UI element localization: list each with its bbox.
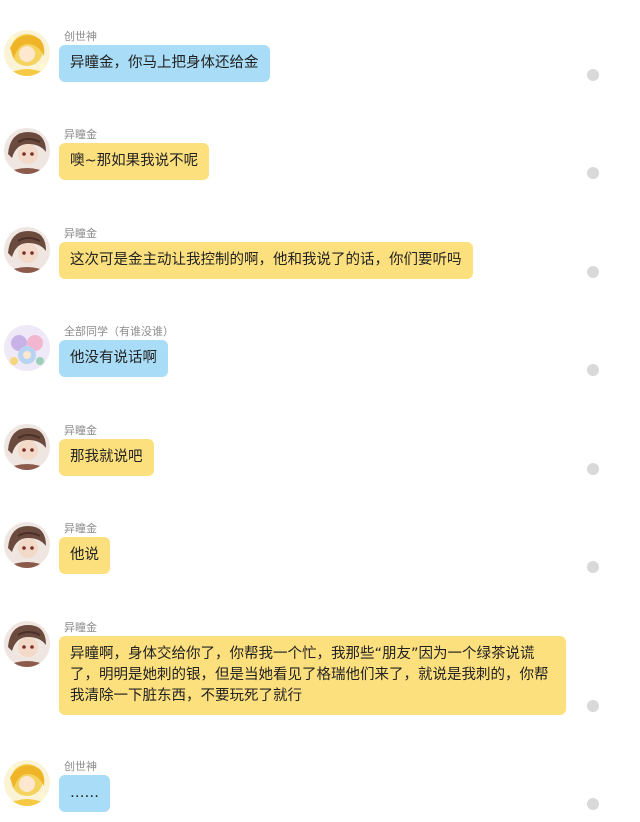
sender-name: 异瞳金 (64, 621, 97, 634)
brown-hair-avatar[interactable] (4, 227, 50, 273)
brown-hair-avatar[interactable] (4, 621, 50, 667)
status-dot (587, 167, 599, 179)
sender-name: 全部同学（有谁没谁） (64, 325, 174, 338)
status-dot (587, 266, 599, 278)
message-bubble[interactable]: 他没有说话啊 (59, 340, 168, 377)
golden-hair-avatar[interactable] (4, 760, 50, 806)
brown-hair-avatar[interactable] (4, 424, 50, 470)
message-bubble[interactable]: 他说 (59, 537, 110, 574)
message-bubble[interactable]: 这次可是金主动让我控制的啊，他和我说了的话，你们要听吗 (59, 242, 473, 279)
golden-hair-avatar[interactable] (4, 30, 50, 76)
status-dot (587, 69, 599, 81)
message-bubble[interactable]: …… (59, 775, 110, 812)
sender-name: 异瞳金 (64, 424, 97, 437)
group-avatar[interactable] (4, 325, 50, 371)
status-dot (587, 798, 599, 810)
status-dot (587, 561, 599, 573)
sender-name: 异瞳金 (64, 128, 97, 141)
sender-name: 创世神 (64, 30, 97, 43)
brown-hair-avatar[interactable] (4, 522, 50, 568)
sender-name: 创世神 (64, 760, 97, 773)
status-dot (587, 700, 599, 712)
status-dot (587, 463, 599, 475)
brown-hair-avatar[interactable] (4, 128, 50, 174)
status-dot (587, 364, 599, 376)
message-bubble[interactable]: 异瞳啊，身体交给你了，你帮我一个忙，我那些“朋友”因为一个绿茶说谎了，明明是她刺… (59, 636, 566, 715)
message-bubble[interactable]: 那我就说吧 (59, 439, 154, 476)
message-bubble[interactable]: 异瞳金，你马上把身体还给金 (59, 45, 270, 82)
sender-name: 异瞳金 (64, 227, 97, 240)
sender-name: 异瞳金 (64, 522, 97, 535)
message-bubble[interactable]: 噢~那如果我说不呢 (59, 143, 210, 180)
